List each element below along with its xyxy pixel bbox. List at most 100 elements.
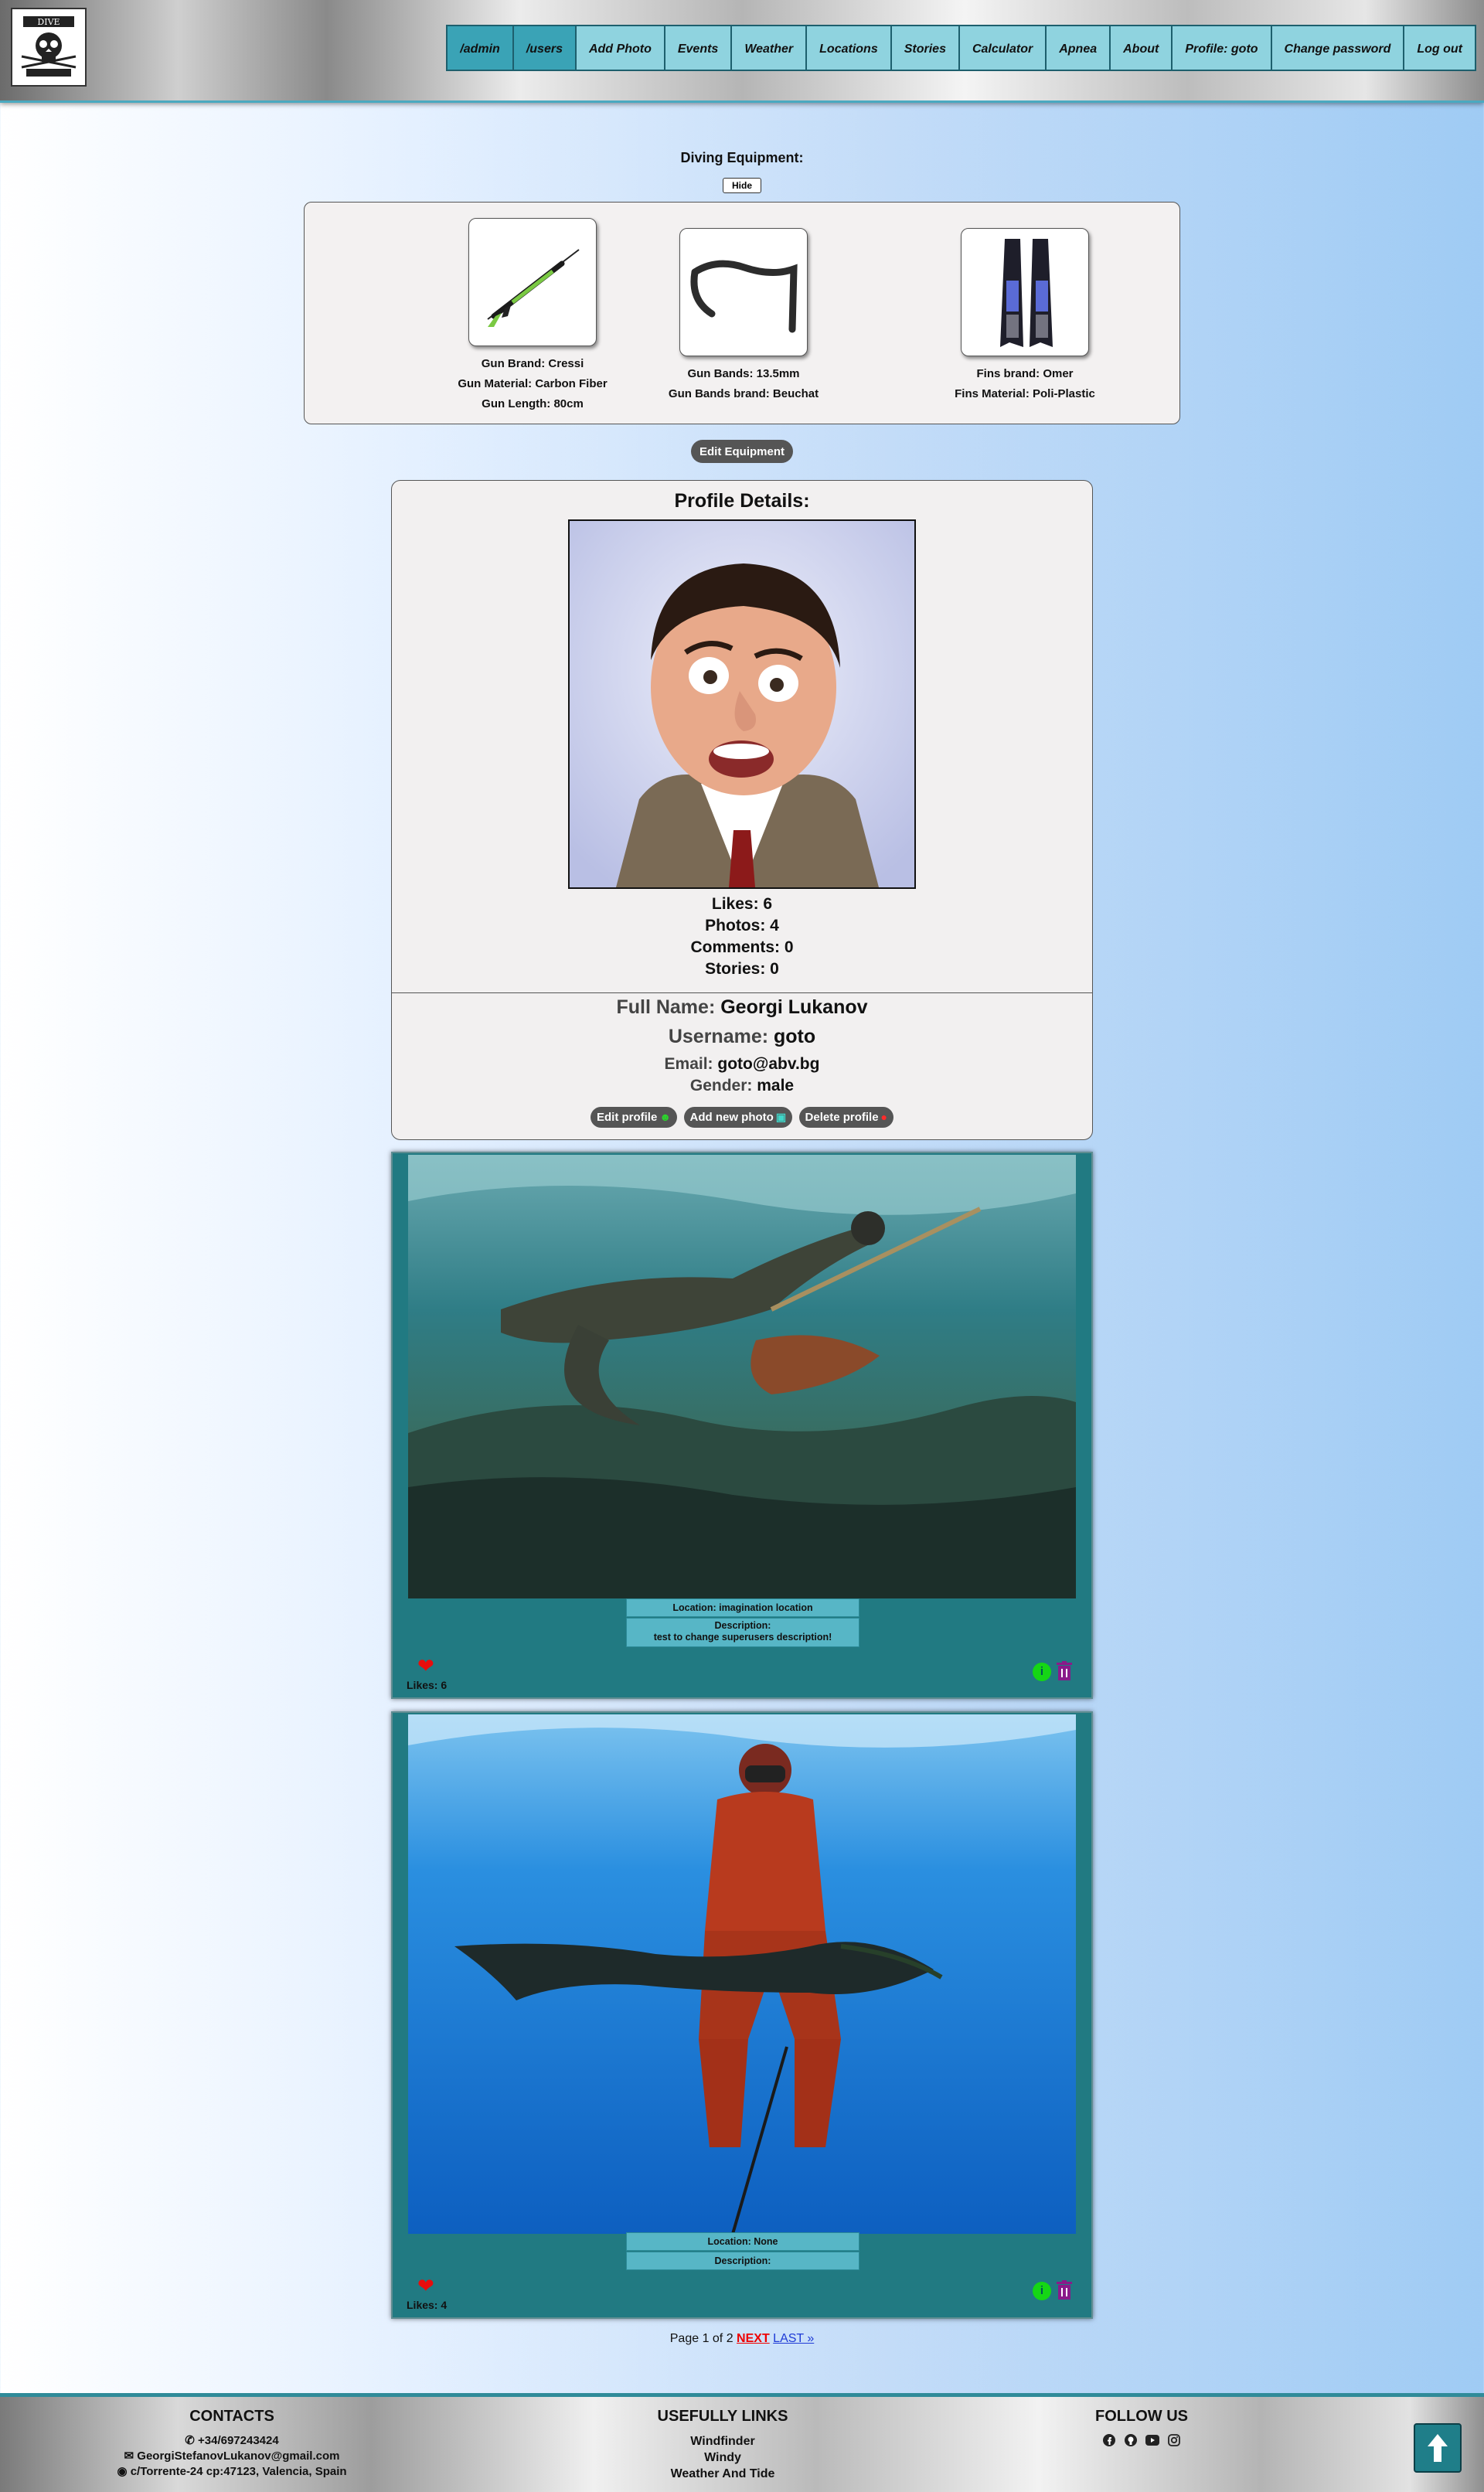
fins-material: Fins Material: Poli-Plastic bbox=[955, 387, 1095, 400]
nav-change-password[interactable]: Change password bbox=[1270, 25, 1405, 71]
add-photo-button[interactable]: Add new photo ▣ bbox=[683, 1107, 793, 1128]
photo-description-label: Description: bbox=[714, 2255, 771, 2266]
username-label: Username: bbox=[668, 1026, 769, 1047]
email-label: Email: bbox=[664, 1055, 713, 1073]
photo-location: Location: imagination location bbox=[626, 1598, 859, 1617]
full-name-label: Full Name: bbox=[616, 996, 716, 1018]
email-value: goto@abv.bg bbox=[717, 1055, 820, 1073]
edit-profile-button[interactable]: Edit profile ☻ bbox=[590, 1107, 678, 1128]
speargun-icon bbox=[487, 249, 580, 327]
equipment-panel: Gun Brand: Cressi Gun Material: Carbon F… bbox=[304, 202, 1180, 424]
profile-panel: Profile Details: Likes: 6 Photos: 4 Comm… bbox=[391, 480, 1093, 1140]
profile-portrait-image bbox=[570, 521, 914, 887]
equipment-bands: Gun Bands: 13.5mm Gun Bands brand: Beuch… bbox=[628, 228, 859, 404]
contacts-title: CONTACTS bbox=[189, 2408, 274, 2425]
gender-value: male bbox=[757, 1077, 795, 1095]
link-windy[interactable]: Windy bbox=[553, 2449, 893, 2466]
info-icon[interactable]: i bbox=[1033, 1663, 1051, 1681]
next-page-link[interactable]: NEXT bbox=[737, 2332, 770, 2345]
nav-stories[interactable]: Stories bbox=[890, 25, 960, 71]
contact-email: ✉ GeorgiStefanovLukanov@gmail.com bbox=[62, 2449, 402, 2464]
site-logo[interactable]: DIVE bbox=[11, 8, 87, 87]
like-heart-icon[interactable]: ❤ bbox=[417, 2276, 434, 2296]
gun-band-icon bbox=[690, 260, 798, 333]
hide-equipment-button[interactable]: Hide bbox=[723, 178, 761, 193]
like-heart-icon[interactable]: ❤ bbox=[417, 1656, 434, 1676]
delete-profile-button[interactable]: Delete profile ● bbox=[798, 1107, 894, 1128]
nav-apnea[interactable]: Apnea bbox=[1045, 25, 1111, 71]
info-icon[interactable]: i bbox=[1033, 2282, 1051, 2300]
photo-description: test to change superusers description! bbox=[653, 1632, 832, 1643]
social-links bbox=[972, 2433, 1312, 2447]
svg-text:DIVE: DIVE bbox=[37, 17, 60, 27]
photo-likes: Likes: 6 bbox=[407, 1679, 448, 1691]
scroll-to-top-button[interactable] bbox=[1414, 2423, 1462, 2473]
main-nav: /admin /users Add Photo Events Weather L… bbox=[446, 25, 1476, 71]
instagram-icon[interactable] bbox=[1167, 2433, 1181, 2447]
last-page-link[interactable]: LAST » bbox=[773, 2332, 814, 2345]
gun-length: Gun Length: 80cm bbox=[482, 397, 584, 410]
gun-brand: Gun Brand: Cressi bbox=[481, 357, 584, 370]
address-text: c/Torrente-24 cp:47123, Valencia, Spain bbox=[130, 2465, 347, 2478]
link-windfinder[interactable]: Windfinder bbox=[553, 2433, 893, 2449]
speargun-image bbox=[468, 218, 597, 346]
profile-actions: Edit profile ☻ Add new photo ▣ Delete prof… bbox=[392, 1107, 1092, 1128]
site-footer: CONTACTS ✆ +34/697243424 ✉ GeorgiStefano… bbox=[0, 2393, 1484, 2492]
image-icon: ▣ bbox=[775, 1111, 787, 1123]
arrow-up-icon bbox=[1428, 2434, 1448, 2462]
nav-locations[interactable]: Locations bbox=[805, 25, 892, 71]
edit-profile-label: Edit profile bbox=[596, 1111, 658, 1124]
footer-contacts: CONTACTS ✆ +34/697243424 ✉ GeorgiStefano… bbox=[62, 2408, 402, 2480]
nav-calculator[interactable]: Calculator bbox=[958, 25, 1047, 71]
contact-phone: ✆ +34/697243424 bbox=[62, 2433, 402, 2449]
profile-full-name-row: Full Name: Georgi Lukanov bbox=[392, 994, 1092, 1020]
nav-profile[interactable]: Profile: goto bbox=[1171, 25, 1272, 71]
nav-events[interactable]: Events bbox=[663, 25, 733, 71]
github-icon[interactable] bbox=[1124, 2433, 1138, 2447]
profile-stats: Likes: 6 Photos: 4 Comments: 0 Stories: … bbox=[392, 894, 1092, 980]
profile-likes: Likes: 6 bbox=[711, 895, 773, 913]
nav-add-photo[interactable]: Add Photo bbox=[574, 25, 665, 71]
footer-links: USEFULLY LINKS Windfinder Windy Weather … bbox=[553, 2408, 893, 2482]
trash-icon[interactable] bbox=[1056, 2280, 1073, 2300]
spearfishing-photo bbox=[408, 1714, 1076, 2234]
youtube-icon[interactable] bbox=[1145, 2433, 1159, 2447]
equipment-title: Diving Equipment: bbox=[680, 150, 804, 165]
photo-description-label: Description: bbox=[714, 1620, 771, 1631]
photo-card: Location: imagination location Descripti… bbox=[391, 1152, 1093, 1699]
add-photo-label: Add new photo bbox=[689, 1111, 774, 1124]
link-weather-and-tide[interactable]: Weather And Tide bbox=[553, 2466, 893, 2482]
full-name-value: Georgi Lukanov bbox=[720, 996, 868, 1018]
contact-address: ◉ c/Torrente-24 cp:47123, Valencia, Spai… bbox=[62, 2464, 402, 2480]
fins-brand: Fins brand: Omer bbox=[976, 367, 1074, 380]
trash-icon[interactable] bbox=[1056, 1661, 1073, 1681]
photo-image[interactable] bbox=[408, 1714, 1076, 2234]
photo-location: Location: None bbox=[626, 2232, 859, 2251]
skull-logo-icon: DIVE bbox=[21, 16, 77, 77]
nav-users[interactable]: /users bbox=[512, 25, 577, 71]
user-icon: ☻ bbox=[659, 1111, 672, 1123]
photo-description-box: Description: test to change superusers d… bbox=[626, 1618, 859, 1647]
profile-title: Profile Details: bbox=[674, 490, 810, 512]
nav-admin[interactable]: /admin bbox=[446, 25, 514, 71]
nav-weather[interactable]: Weather bbox=[730, 25, 808, 71]
footer-follow: FOLLOW US bbox=[972, 2408, 1312, 2447]
site-header: DIVE /admin /users Add Photo Events Weat… bbox=[0, 0, 1484, 103]
profile-email-row: Email: goto@abv.bg bbox=[392, 1054, 1092, 1075]
profile-gender-row: Gender: male bbox=[392, 1075, 1092, 1097]
phone-icon: ✆ bbox=[185, 2434, 199, 2447]
profile-username-row: Username: goto bbox=[392, 1023, 1092, 1050]
gun-bands-image bbox=[679, 228, 808, 356]
spearfishing-photo bbox=[408, 1155, 1076, 1598]
profile-stories: Stories: 0 bbox=[705, 960, 779, 978]
username-value: goto bbox=[774, 1026, 816, 1047]
nav-log-out[interactable]: Log out bbox=[1403, 25, 1476, 71]
edit-equipment-button[interactable]: Edit Equipment bbox=[691, 440, 793, 463]
facebook-icon[interactable] bbox=[1102, 2433, 1116, 2447]
photo-likes: Likes: 4 bbox=[407, 2299, 448, 2311]
nav-about[interactable]: About bbox=[1109, 25, 1173, 71]
equipment-fins: Fins brand: Omer Fins Material: Poli-Pla… bbox=[909, 228, 1141, 404]
delete-profile-label: Delete profile bbox=[805, 1111, 879, 1124]
links-title: USEFULLY LINKS bbox=[657, 2408, 788, 2425]
photo-image[interactable] bbox=[408, 1155, 1076, 1598]
